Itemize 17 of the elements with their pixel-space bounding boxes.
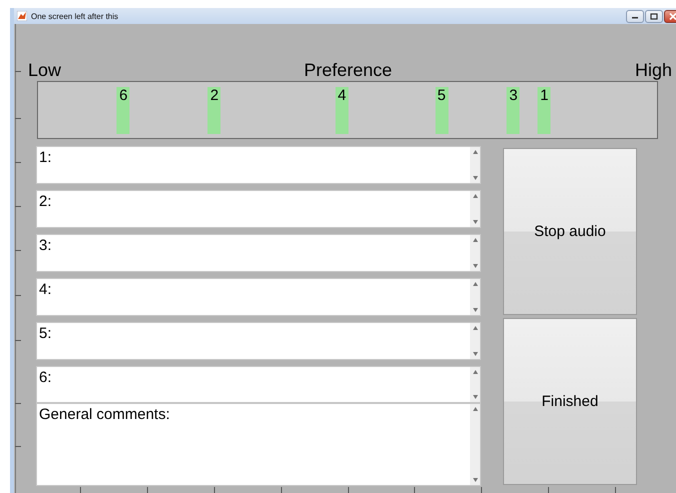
high-label: High (634, 60, 672, 80)
marker-handle[interactable]: 2 (208, 87, 221, 134)
marker-handle[interactable]: 6 (116, 87, 130, 134)
close-icon (669, 12, 676, 20)
stop-audio-button[interactable]: Stop audio (503, 148, 637, 315)
minimize-button[interactable] (626, 10, 644, 22)
maximize-icon (650, 12, 658, 20)
marker-handle[interactable]: 1 (538, 87, 551, 134)
finished-button[interactable]: Finished (503, 318, 637, 485)
app-icon (17, 11, 27, 21)
maximize-button[interactable] (645, 10, 663, 22)
scale-title: Preference (304, 60, 392, 80)
window-title: One screen left after this (31, 12, 118, 20)
marker-handle[interactable]: 5 (435, 87, 448, 134)
marker-handle[interactable]: 3 (506, 87, 520, 134)
marker-handle[interactable]: 4 (335, 87, 348, 134)
low-label: Low (28, 60, 62, 80)
